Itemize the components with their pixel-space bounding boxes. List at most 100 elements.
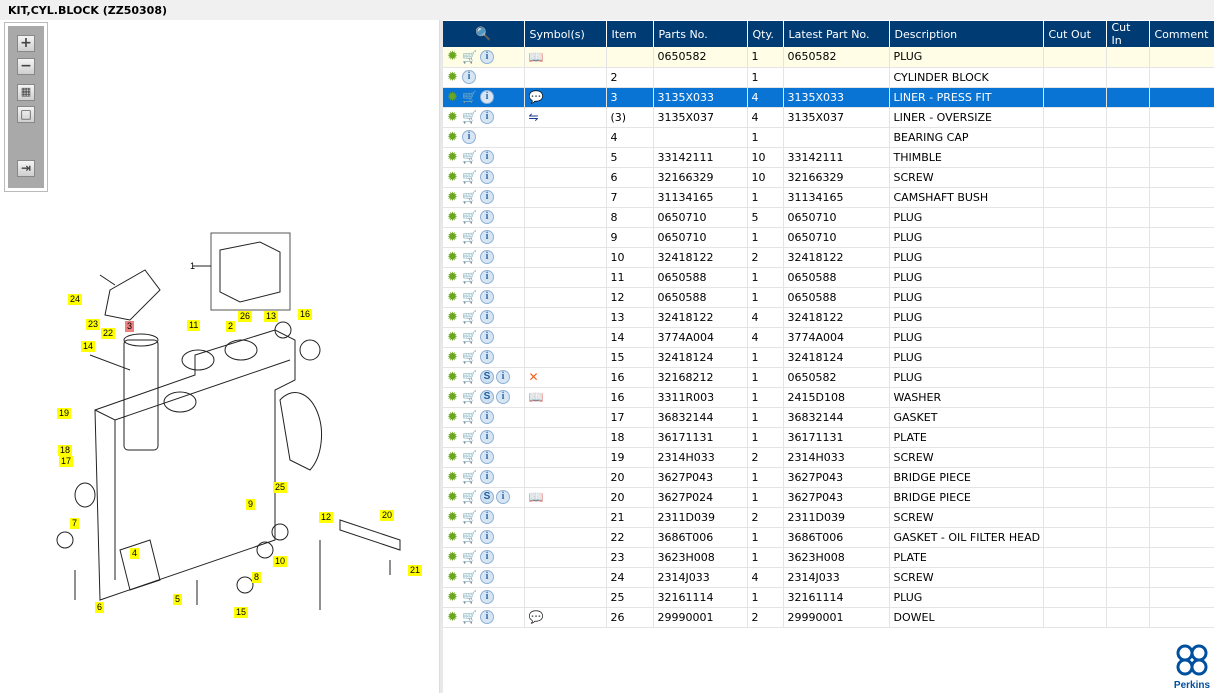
- cart-icon[interactable]: 🛒: [462, 190, 478, 204]
- table-row[interactable]: ✹ 🛒 i 18 36171131 1 36171131 PLATE: [443, 427, 1214, 448]
- info-icon[interactable]: i: [480, 330, 494, 344]
- callout-23[interactable]: 23: [86, 319, 101, 330]
- zoom-out-button[interactable]: −: [17, 58, 35, 75]
- info-icon[interactable]: i: [462, 130, 476, 144]
- column-header-description[interactable]: Description: [889, 21, 1044, 47]
- cart-icon[interactable]: 🛒: [462, 290, 478, 304]
- info-icon[interactable]: i: [480, 510, 494, 524]
- callout-26[interactable]: 26: [238, 311, 253, 322]
- info-icon[interactable]: i: [480, 210, 494, 224]
- gear-icon[interactable]: ✹: [447, 271, 460, 284]
- gear-icon[interactable]: ✹: [447, 491, 460, 504]
- callout-14[interactable]: 14: [81, 341, 96, 352]
- callout-15[interactable]: 15: [234, 607, 249, 618]
- gear-icon[interactable]: ✹: [447, 291, 460, 304]
- gear-icon[interactable]: ✹: [447, 211, 460, 224]
- export-button[interactable]: ⇥: [17, 160, 35, 177]
- callout-22[interactable]: 22: [101, 328, 116, 339]
- callout-18[interactable]: 18: [58, 445, 73, 456]
- table-row[interactable]: ✹ 🛒 i 25 32161114 1 32161114 PLUG: [443, 587, 1214, 608]
- comment-icon[interactable]: 💬: [529, 90, 544, 104]
- callout-7[interactable]: 7: [70, 518, 80, 529]
- cart-icon[interactable]: 🛒: [462, 470, 478, 484]
- callout-25[interactable]: 25: [273, 482, 288, 493]
- cart-icon[interactable]: 🛒: [462, 250, 478, 264]
- fit-to-window-button[interactable]: ▦: [17, 84, 35, 101]
- gear-icon[interactable]: ✹: [447, 191, 460, 204]
- cart-icon[interactable]: 🛒: [462, 110, 478, 124]
- table-row[interactable]: ✹ 🛒 i 💬 26 29990001 2 29990001 DOWEL: [443, 607, 1214, 628]
- column-header-latest-part-no-[interactable]: Latest Part No.: [783, 21, 890, 47]
- info-icon[interactable]: i: [480, 550, 494, 564]
- table-row[interactable]: ✹ 🛒 i 7 31134165 1 31134165 CAMSHAFT BUSH: [443, 187, 1214, 208]
- gear-icon[interactable]: ✹: [447, 311, 460, 324]
- gear-icon[interactable]: ✹: [447, 511, 460, 524]
- gear-icon[interactable]: ✹: [447, 571, 460, 584]
- gear-icon[interactable]: ✹: [447, 231, 460, 244]
- gear-icon[interactable]: ✹: [447, 331, 460, 344]
- cart-icon[interactable]: 🛒: [462, 170, 478, 184]
- table-row[interactable]: ✹ 🛒 i 6 32166329 10 32166329 SCREW: [443, 167, 1214, 188]
- cart-icon[interactable]: 🛒: [462, 150, 478, 164]
- callout-4[interactable]: 4: [130, 548, 140, 559]
- table-row[interactable]: ✹ 🛒 i 15 32418124 1 32418124 PLUG: [443, 347, 1214, 368]
- table-row[interactable]: ✹ 🛒 i 5 33142111 10 33142111 THIMBLE: [443, 147, 1214, 168]
- callout-19[interactable]: 19: [57, 408, 72, 419]
- callout-16[interactable]: 16: [298, 309, 313, 320]
- column-header-search[interactable]: 🔍: [443, 21, 525, 47]
- gear-icon[interactable]: ✹: [447, 471, 460, 484]
- cart-icon[interactable]: 🛒: [462, 270, 478, 284]
- table-row[interactable]: ✹ 🛒 i 9 0650710 1 0650710 PLUG: [443, 227, 1214, 248]
- table-row[interactable]: ✹ i 2 1 CYLINDER BLOCK: [443, 67, 1214, 88]
- cart-icon[interactable]: 🛒: [462, 410, 478, 424]
- column-header-parts-no-[interactable]: Parts No.: [653, 21, 748, 47]
- gear-icon[interactable]: ✹: [447, 131, 460, 144]
- book-search-icon[interactable]: 📖: [529, 390, 544, 404]
- gear-icon[interactable]: ✹: [447, 391, 460, 404]
- gear-icon[interactable]: ✹: [447, 611, 460, 624]
- table-row[interactable]: ✹ 🛒 i 22 3686T006 1 3686T006 GASKET - OIL FILTE…: [443, 527, 1214, 548]
- zoom-in-button[interactable]: +: [17, 35, 35, 52]
- comment-icon[interactable]: 💬: [529, 610, 544, 624]
- callout-12[interactable]: 12: [319, 512, 334, 523]
- cart-icon[interactable]: 🛒: [462, 550, 478, 564]
- info-icon[interactable]: i: [496, 490, 510, 504]
- info-icon[interactable]: i: [480, 530, 494, 544]
- table-row[interactable]: ✹ 🛒 i 10 32418122 2 32418122 PLUG: [443, 247, 1214, 268]
- superseded-x-icon[interactable]: ✕: [529, 370, 539, 384]
- cart-icon[interactable]: 🛒: [462, 610, 478, 624]
- callout-6[interactable]: 6: [95, 602, 105, 613]
- table-row[interactable]: ✹ 🛒 i 12 0650588 1 0650588 PLUG: [443, 287, 1214, 308]
- diagram-pane[interactable]: 1 24 23 22 3 11 2 26 13 16 14 19 18 17 7 4 25 9 12 20 21 10 8 5…: [0, 20, 440, 693]
- actual-size-button[interactable]: □: [17, 106, 35, 123]
- gear-icon[interactable]: ✹: [447, 551, 460, 564]
- info-icon[interactable]: i: [480, 350, 494, 364]
- callout-3[interactable]: 3: [125, 321, 135, 332]
- gear-icon[interactable]: ✹: [447, 71, 460, 84]
- table-row[interactable]: ✹ 🛒 i 11 0650588 1 0650588 PLUG: [443, 267, 1214, 288]
- cart-icon[interactable]: 🛒: [462, 370, 478, 384]
- cart-icon[interactable]: 🛒: [462, 330, 478, 344]
- callout-9[interactable]: 9: [246, 499, 256, 510]
- table-row[interactable]: ✹ 🛒 i 20 3627P043 1 3627P043 BRIDGE PIECE: [443, 467, 1214, 488]
- column-header-symbol-s-[interactable]: Symbol(s): [524, 21, 607, 47]
- callout-24[interactable]: 24: [68, 294, 83, 305]
- supersession-icon[interactable]: S: [480, 370, 494, 384]
- info-icon[interactable]: i: [480, 230, 494, 244]
- gear-icon[interactable]: ✹: [447, 111, 460, 124]
- cart-icon[interactable]: 🛒: [462, 350, 478, 364]
- callout-8[interactable]: 8: [252, 572, 262, 583]
- table-row[interactable]: ✹ 🛒 i 8 0650710 5 0650710 PLUG: [443, 207, 1214, 228]
- callout-20[interactable]: 20: [380, 510, 395, 521]
- table-row[interactable]: ✹ 🛒 i 13 32418122 4 32418122 PLUG: [443, 307, 1214, 328]
- interchange-icon[interactable]: ⇋: [529, 110, 539, 124]
- gear-icon[interactable]: ✹: [447, 151, 460, 164]
- column-header-item[interactable]: Item: [606, 21, 654, 47]
- cart-icon[interactable]: 🛒: [462, 210, 478, 224]
- table-row[interactable]: ✹ 🛒 i 17 36832144 1 36832144 GASKET: [443, 407, 1214, 428]
- gear-icon[interactable]: ✹: [447, 50, 460, 63]
- cart-icon[interactable]: 🛒: [462, 450, 478, 464]
- table-row[interactable]: ✹ 🛒 i 📖 0650582 1 0650582 PLUG: [443, 47, 1214, 68]
- callout-13[interactable]: 13: [264, 311, 279, 322]
- cart-icon[interactable]: 🛒: [462, 570, 478, 584]
